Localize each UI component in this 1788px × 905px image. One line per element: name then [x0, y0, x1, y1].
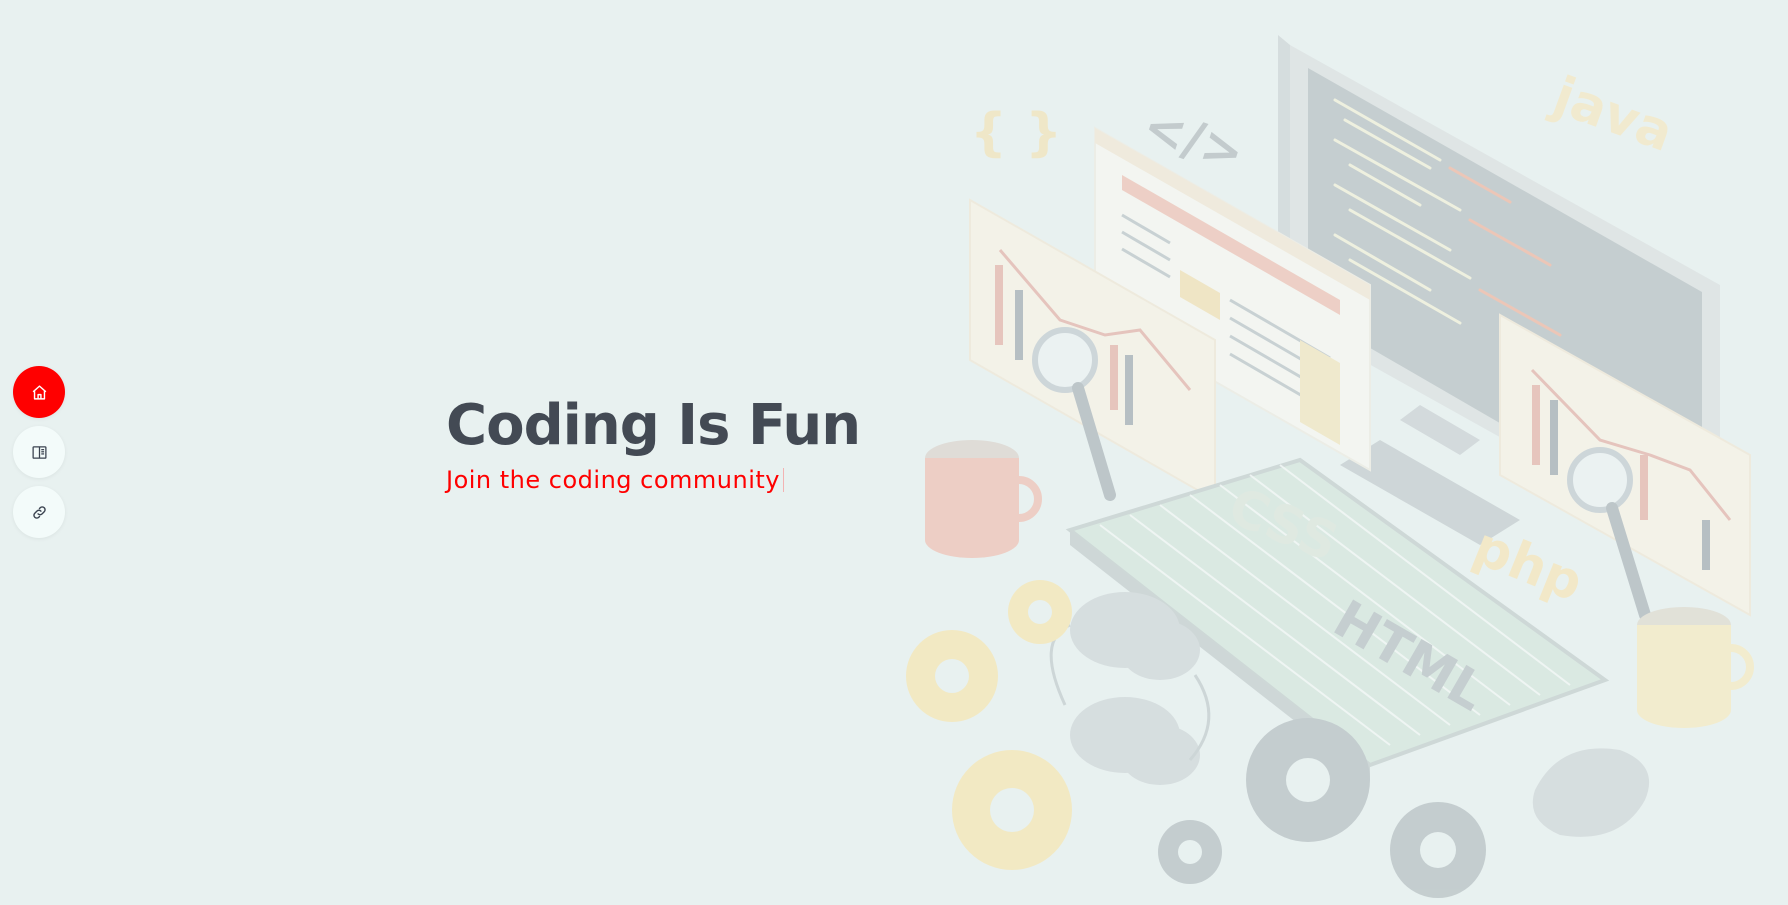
hero-subtitle-text: Join the coding community: [446, 466, 780, 495]
hero-subtitle: Join the coding community: [446, 466, 860, 494]
home-icon: [32, 384, 46, 400]
hero-title: Coding Is Fun: [446, 393, 861, 458]
coding-illustration: { } </> java CSS php HTML: [906, 35, 1754, 898]
nav-link-button[interactable]: [13, 486, 65, 538]
side-nav: [13, 366, 65, 538]
curly-braces-label: { }: [970, 103, 1062, 163]
typing-caret: [782, 468, 784, 493]
link-icon: [32, 505, 46, 519]
mouse-graphic: [1532, 748, 1650, 837]
nav-home-button[interactable]: [13, 366, 65, 418]
nav-book-button[interactable]: [13, 426, 65, 478]
yellow-mug-graphic: [1637, 607, 1754, 728]
hero: Coding Is Fun Join the coding community: [446, 393, 861, 494]
red-mug-graphic: [925, 440, 1042, 558]
java-label: java: [1544, 65, 1681, 164]
book-icon: [31, 445, 47, 459]
